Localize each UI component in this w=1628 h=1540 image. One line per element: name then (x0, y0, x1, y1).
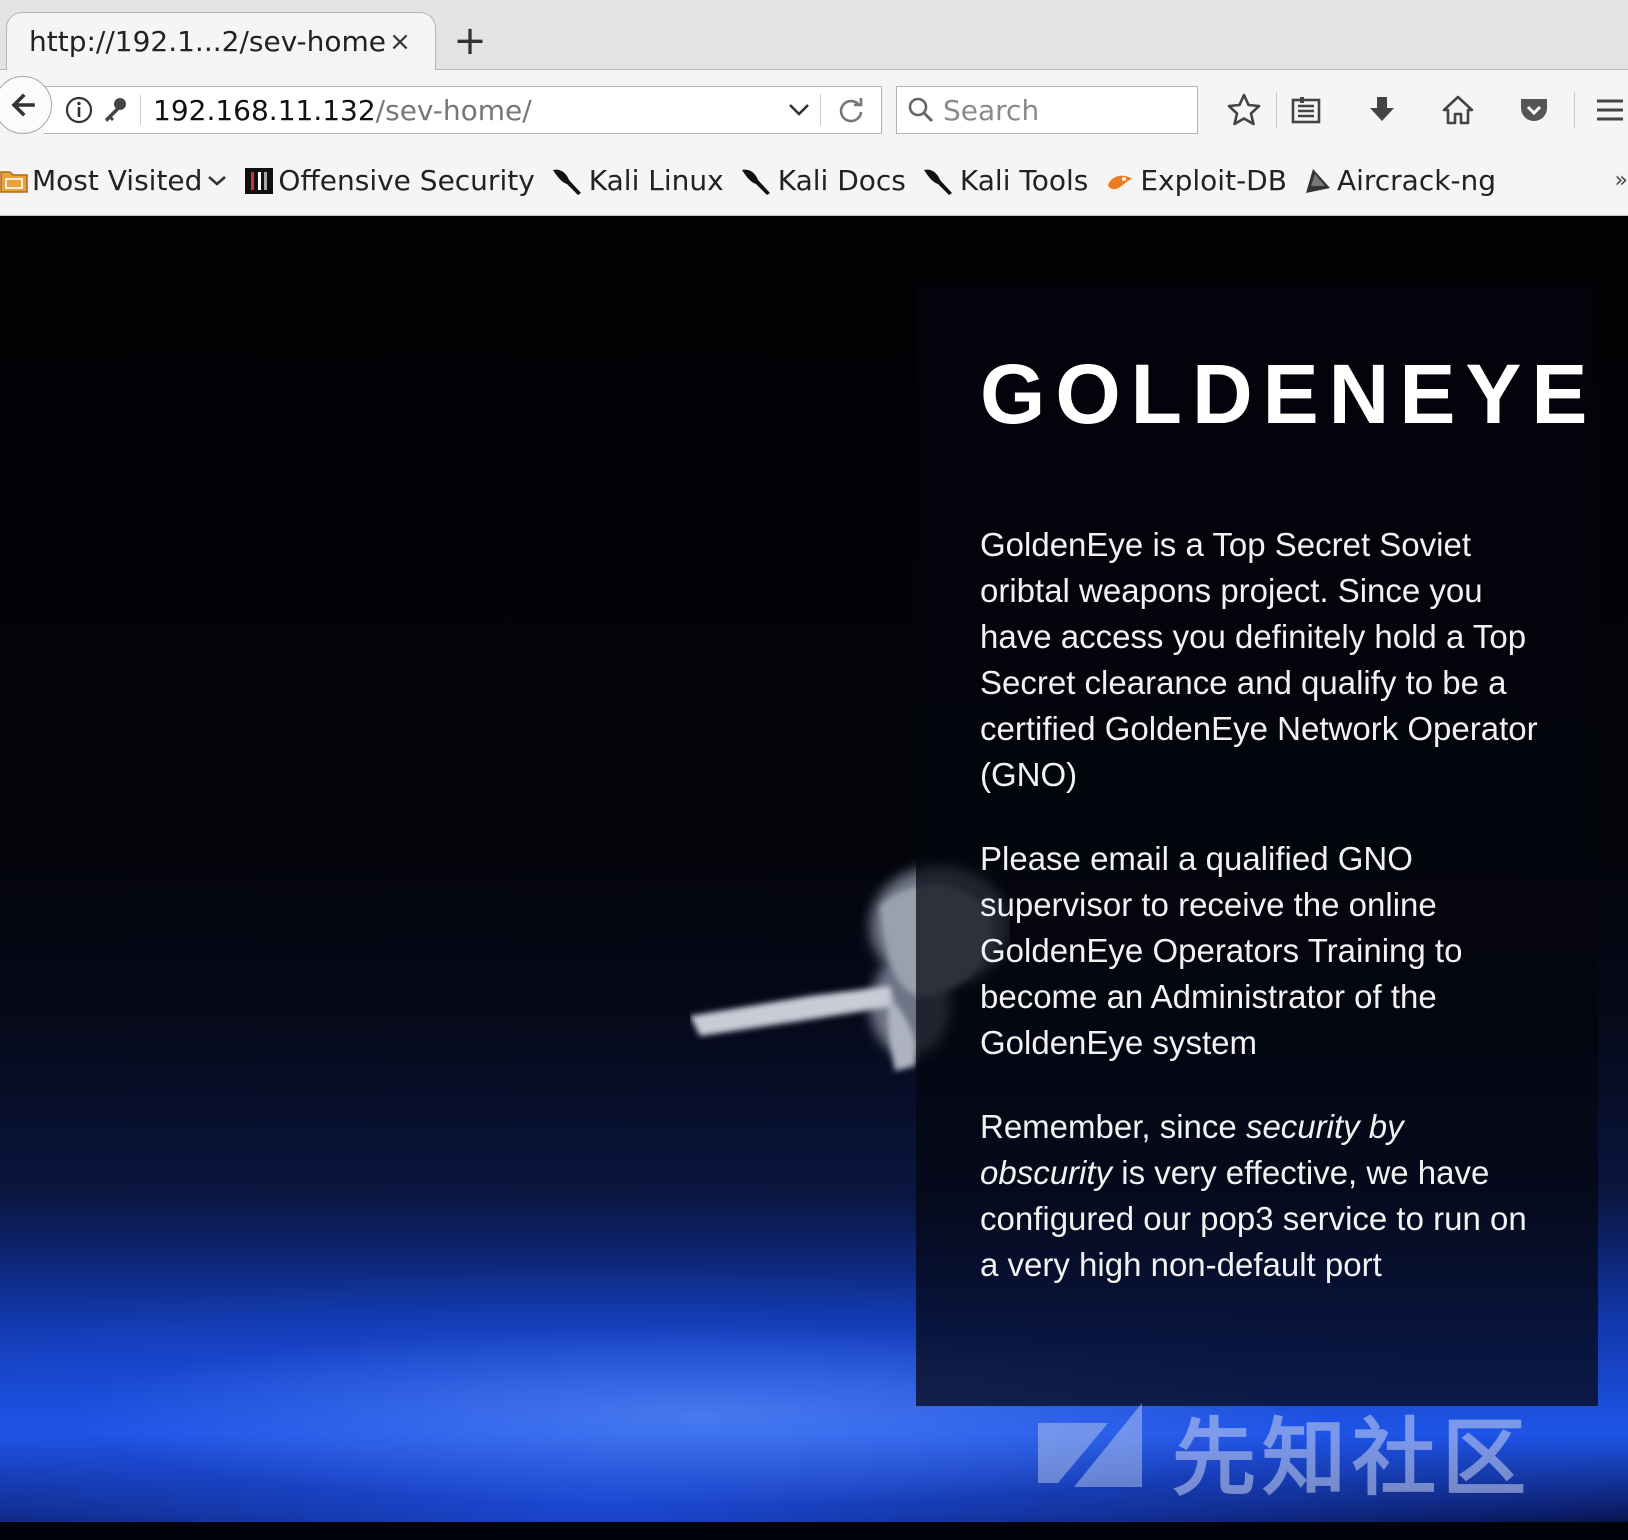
key-icon (105, 98, 126, 122)
bookmark-most-visited[interactable]: Most Visited (0, 164, 228, 197)
bookmark-offensive-security[interactable]: Offensive Security (244, 164, 535, 197)
bookmarks-toolbar: Most Visited Offensive Security Kali Lin… (0, 146, 1628, 216)
history-dropdown-button[interactable] (777, 94, 821, 126)
bookmark-kali-tools[interactable]: Kali Tools (922, 164, 1088, 197)
bookmark-label: Exploit-DB (1140, 164, 1287, 197)
reload-icon (839, 98, 863, 123)
search-input[interactable]: Search (935, 94, 1039, 127)
bookmark-label: Offensive Security (278, 164, 535, 197)
reminder-text-start: Remember, since (980, 1108, 1246, 1145)
watermark-text: 先知社区 (1172, 1408, 1533, 1507)
bookmark-label: Kali Linux (588, 164, 724, 197)
menu-button[interactable] (1588, 88, 1628, 132)
bookmark-kali-docs[interactable]: Kali Docs (740, 164, 906, 197)
tab-strip: http://192.1...2/sev-home/ × + (0, 0, 1628, 70)
kali-icon (922, 166, 956, 196)
reading-list-button[interactable] (1284, 88, 1328, 132)
info-icon (65, 96, 93, 124)
page-content: GOLDENEYE GoldenEye is a Top Secret Sovi… (0, 216, 1628, 1540)
url-path: /sev-home/ (375, 93, 532, 127)
identity-box[interactable] (44, 95, 141, 125)
bookmarks-overflow-button[interactable]: » (1615, 168, 1628, 193)
aircrack-icon (1303, 166, 1333, 196)
download-icon (1370, 97, 1394, 121)
bookmark-kali-linux[interactable]: Kali Linux (551, 164, 724, 197)
watermark: 先知社区 (1038, 1396, 1618, 1507)
bookmark-exploit-db[interactable]: Exploit-DB (1104, 164, 1287, 197)
pocket-button[interactable] (1512, 88, 1556, 132)
new-tab-button[interactable]: + (450, 18, 490, 64)
folder-icon (0, 168, 28, 194)
reminder-paragraph: Remember, since security by obscurity is… (980, 1104, 1540, 1288)
bookmark-aircrack-ng[interactable]: Aircrack-ng (1303, 164, 1496, 197)
page-bottom-edge (0, 1522, 1628, 1540)
downloads-button[interactable] (1360, 88, 1404, 132)
instructions-paragraph: Please email a qualified GNO supervisor … (980, 840, 1463, 1061)
menu-icon (1597, 99, 1623, 121)
watermark-logo-icon (1038, 1403, 1142, 1487)
kali-icon (740, 166, 774, 196)
url-bar[interactable]: 192.168.11.132/sev-home/ (44, 86, 882, 134)
reading-list-icon (1291, 97, 1321, 124)
chevron-down-icon (208, 175, 227, 186)
offsec-icon (244, 166, 274, 196)
toolbar-separator (1276, 92, 1277, 128)
chevron-down-icon (788, 104, 809, 116)
search-icon (908, 97, 934, 123)
bookmark-star-button[interactable] (1222, 88, 1266, 132)
page-title: GOLDENEYE (980, 347, 1598, 441)
kali-icon (551, 166, 585, 196)
pocket-icon (1521, 99, 1547, 121)
url-input[interactable]: 192.168.11.132/sev-home/ (141, 94, 777, 127)
bookmark-label: Kali Docs (777, 164, 906, 197)
bookmark-label: Aircrack-ng (1336, 164, 1497, 197)
home-icon (1442, 95, 1474, 125)
star-icon (1227, 93, 1261, 126)
search-bar[interactable]: Search (896, 86, 1198, 134)
toolbar-separator (1574, 92, 1575, 128)
navigation-bar: 192.168.11.132/sev-home/ Search (0, 70, 1628, 146)
back-arrow-icon (11, 93, 35, 117)
reload-button[interactable] (821, 96, 881, 124)
bookmark-label: Most Visited (32, 164, 203, 197)
home-button[interactable] (1436, 88, 1480, 132)
exploitdb-icon (1104, 167, 1136, 195)
tab-title: http://192.1...2/sev-home/ (29, 25, 385, 58)
close-tab-icon[interactable]: × (385, 27, 415, 57)
bookmark-label: Kali Tools (959, 164, 1089, 197)
tab-active[interactable]: http://192.1...2/sev-home/ × (6, 12, 436, 70)
url-host: 192.168.11.132 (153, 93, 376, 127)
intro-paragraph: GoldenEye is a Top Secret Soviet oribtal… (980, 526, 1538, 793)
